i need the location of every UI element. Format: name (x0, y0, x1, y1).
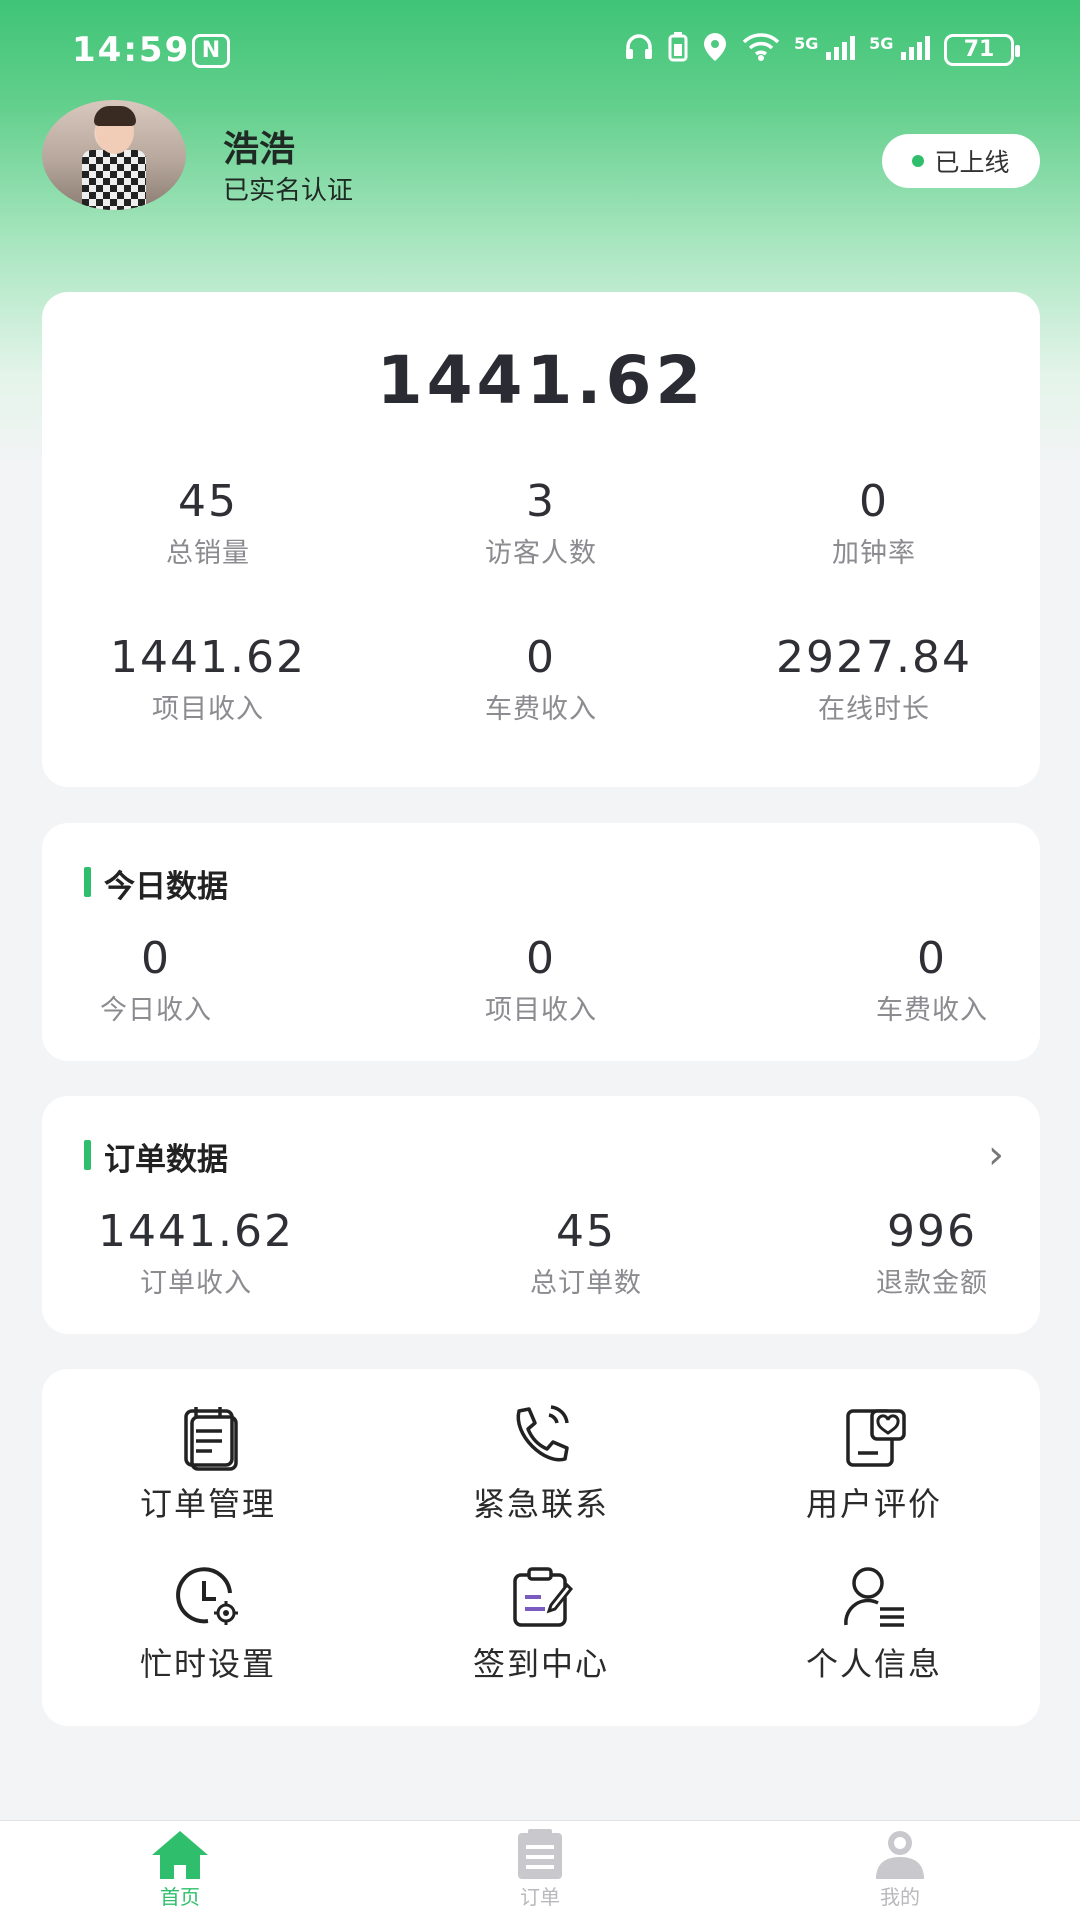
user-name: 浩浩 (223, 129, 296, 170)
stat-total-sales: 45 总销量 (42, 476, 374, 570)
stat-value: 1441.62 (98, 1206, 294, 1257)
today-income: 0 今日收入 (0, 933, 322, 1027)
battery-icon: 71 (944, 34, 1020, 66)
stat-value: 0 (917, 933, 947, 984)
stat-value: 0 (859, 476, 889, 527)
status-time: 14:59 (72, 30, 191, 70)
menu-label: 订单管理 (139, 1485, 276, 1523)
nav-home[interactable]: 首页 (80, 1829, 280, 1910)
stat-visitors: 3 访客人数 (375, 476, 707, 570)
network-type-2: 5G (869, 34, 894, 53)
bottom-navigation: 首页 订单 我的 (0, 1820, 1080, 1920)
battery-small-icon (668, 32, 688, 68)
section-title-orders: 订单数据 (84, 1134, 228, 1179)
today-data-card: 今日数据 0 今日收入 0 项目收入 0 车费收入 (42, 823, 1040, 1061)
nav-label: 我的 (880, 1885, 920, 1909)
orders-icon (440, 1829, 640, 1881)
profile-icon (800, 1829, 1000, 1881)
menu-label: 个人信息 (805, 1645, 942, 1683)
check-in-icon (375, 1563, 707, 1631)
menu-label: 忙时设置 (139, 1645, 276, 1683)
avatar-vest (82, 150, 146, 210)
online-status-label: 已上线 (934, 148, 1010, 177)
network-type-1: 5G (794, 34, 819, 53)
stat-label: 总销量 (166, 538, 250, 569)
stat-value: 0 (141, 933, 171, 984)
clock-settings-icon (42, 1563, 374, 1631)
order-total-count: 45 总订单数 (420, 1206, 752, 1300)
avatar[interactable] (42, 100, 186, 210)
home-icon (80, 1829, 280, 1881)
headphones-icon (624, 33, 654, 67)
stat-label: 退款金额 (876, 1268, 988, 1299)
status-icons: 5G 5G 71 (624, 32, 1020, 68)
stat-value: 45 (556, 1206, 616, 1257)
total-amount: 1441.62 (376, 342, 706, 419)
nav-label: 首页 (160, 1885, 200, 1909)
order-refund-amount: 996 退款金额 (766, 1206, 1080, 1300)
avatar-hair (94, 106, 136, 126)
stat-value: 2927.84 (776, 632, 972, 683)
stat-label: 车费收入 (485, 694, 597, 725)
stat-label: 加钟率 (832, 538, 916, 569)
summary-card: 1441.62 45 总销量 3 访客人数 0 加钟率 1441.62 项目收入… (42, 292, 1040, 787)
stat-label: 车费收入 (876, 995, 988, 1026)
menu-emergency-contact[interactable]: 紧急联系 (375, 1403, 707, 1525)
menu-label: 用户评价 (805, 1485, 942, 1523)
menu-check-in-center[interactable]: 签到中心 (375, 1563, 707, 1685)
menu-label: 签到中心 (472, 1645, 609, 1683)
section-title-today: 今日数据 (84, 861, 228, 906)
stat-label: 在线时长 (818, 694, 930, 725)
today-project-income: 0 项目收入 (375, 933, 707, 1027)
menu-label: 紧急联系 (472, 1485, 609, 1523)
stat-value: 3 (526, 476, 556, 527)
online-status-toggle[interactable]: 已上线 (882, 134, 1040, 188)
stat-value: 0 (526, 632, 556, 683)
stat-label: 项目收入 (485, 995, 597, 1026)
stat-label: 今日收入 (100, 995, 212, 1026)
nfc-icon: N (192, 34, 230, 68)
stat-online-duration: 2927.84 在线时长 (708, 632, 1040, 726)
review-icon (708, 1403, 1040, 1471)
menu-order-management[interactable]: 订单管理 (42, 1403, 374, 1525)
location-icon (702, 32, 728, 68)
user-info-icon (708, 1563, 1040, 1631)
stat-label: 订单收入 (140, 1268, 252, 1299)
nav-profile[interactable]: 我的 (800, 1829, 1000, 1910)
cellular-signal-2: 5G (869, 34, 930, 66)
online-dot-icon (912, 155, 925, 167)
stat-label: 总订单数 (530, 1268, 642, 1299)
stat-extension-rate: 0 加钟率 (708, 476, 1040, 570)
nav-orders[interactable]: 订单 (440, 1829, 640, 1910)
chevron-right-icon[interactable]: › (988, 1132, 1004, 1178)
stat-value: 996 (887, 1206, 977, 1257)
menu-user-reviews[interactable]: 用户评价 (708, 1403, 1040, 1525)
menu-personal-info[interactable]: 个人信息 (708, 1563, 1040, 1685)
stat-fare-income: 0 车费收入 (375, 632, 707, 726)
order-list-icon (42, 1403, 374, 1471)
stat-value: 45 (178, 476, 238, 527)
phone-call-icon (375, 1403, 707, 1471)
wifi-icon (742, 33, 780, 67)
stat-label: 项目收入 (152, 694, 264, 725)
stat-project-income: 1441.62 项目收入 (42, 632, 374, 726)
stat-value: 0 (526, 933, 556, 984)
status-bar: 14:59 N 5G 5G 71 (0, 0, 1080, 100)
stat-value: 1441.62 (110, 632, 306, 683)
order-data-card[interactable]: 订单数据 › 1441.62 订单收入 45 总订单数 996 退款金额 (42, 1096, 1040, 1334)
menu-busy-settings[interactable]: 忙时设置 (42, 1563, 374, 1685)
stat-label: 访客人数 (485, 538, 597, 569)
nav-label: 订单 (520, 1885, 560, 1909)
verification-status: 已实名认证 (223, 176, 354, 206)
today-fare-income: 0 车费收入 (766, 933, 1080, 1027)
cellular-signal-1: 5G (794, 34, 856, 66)
feature-menu-card: 订单管理 紧急联系 用户评价 忙时设置 签到中心 个人信息 (42, 1369, 1040, 1726)
order-income: 1441.62 订单收入 (30, 1206, 362, 1300)
